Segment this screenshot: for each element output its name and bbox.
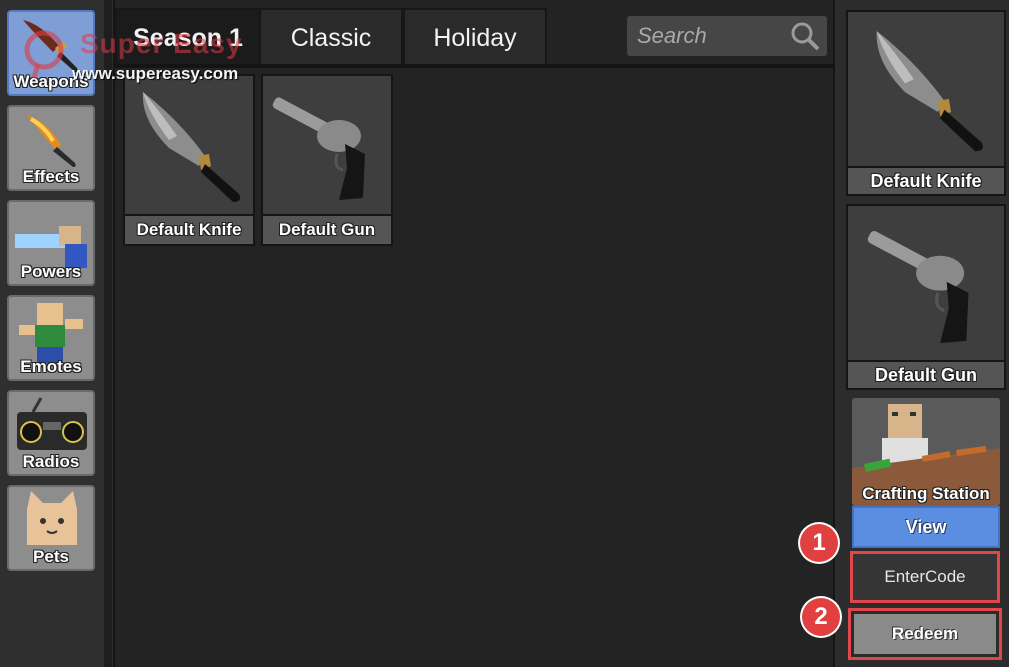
sidebar-divider [104,0,112,667]
radio-icon [17,397,87,450]
enter-code-input[interactable] [853,554,997,600]
tab-holiday[interactable]: Holiday [403,8,547,66]
step-marker-2: 2 [802,598,840,636]
emote-icon [19,303,83,363]
knife-icon [876,31,983,152]
item-label: Default Knife [125,214,253,244]
revolver-icon [272,97,365,200]
enter-code-box [850,551,1000,603]
category-radios[interactable]: Radios [7,390,95,476]
crafting-station-card[interactable]: Crafting Station [852,398,1000,506]
inventory-panel: Season 1 Classic Holiday Default Knife [113,0,835,667]
category-label: Radios [22,452,80,471]
tab-classic[interactable]: Classic [259,8,403,66]
watermark-title: Super Easy [80,28,243,59]
search-box [627,16,827,56]
redeem-highlight: Redeem [848,608,1002,660]
redeem-button[interactable]: Redeem [854,614,996,654]
view-button[interactable]: View [852,506,1000,548]
revolver-icon [867,231,969,344]
category-label: Emotes [20,357,82,376]
watermark-logo [24,30,64,79]
category-pets[interactable]: Pets [7,485,95,571]
powers-icon [15,226,87,268]
flame-knife-icon [27,115,76,167]
category-emotes[interactable]: Emotes [7,295,95,381]
equipped-panel: Default Knife Default Gun Crafting Stati… [838,0,1009,667]
inventory-item[interactable]: Default Knife [123,74,255,246]
equipped-gun-slot[interactable]: Default Gun [846,204,1006,390]
equipped-gun-label: Default Gun [848,360,1004,388]
search-icon[interactable] [789,20,821,52]
knife-icon [142,92,241,202]
equipped-knife-slot[interactable]: Default Knife [846,10,1006,196]
category-label: Pets [33,547,69,566]
category-effects[interactable]: Effects [7,105,95,191]
category-label: Effects [22,167,80,186]
search-input[interactable] [627,16,787,56]
category-powers[interactable]: Powers [7,200,95,286]
cat-icon [27,491,77,545]
category-sidebar: Weapons Effects Powers Emotes Radios Pet… [0,0,104,667]
category-label: Powers [20,262,82,281]
inventory-item[interactable]: Default Gun [261,74,393,246]
game-inventory-window: Weapons Effects Powers Emotes Radios Pet… [0,0,1009,667]
crafting-station-label: Crafting Station [862,484,990,503]
item-label: Default Gun [263,214,391,244]
watermark-url: www.supereasy.com [72,64,239,83]
equipped-knife-label: Default Knife [848,166,1004,194]
step-marker-1: 1 [800,524,838,562]
